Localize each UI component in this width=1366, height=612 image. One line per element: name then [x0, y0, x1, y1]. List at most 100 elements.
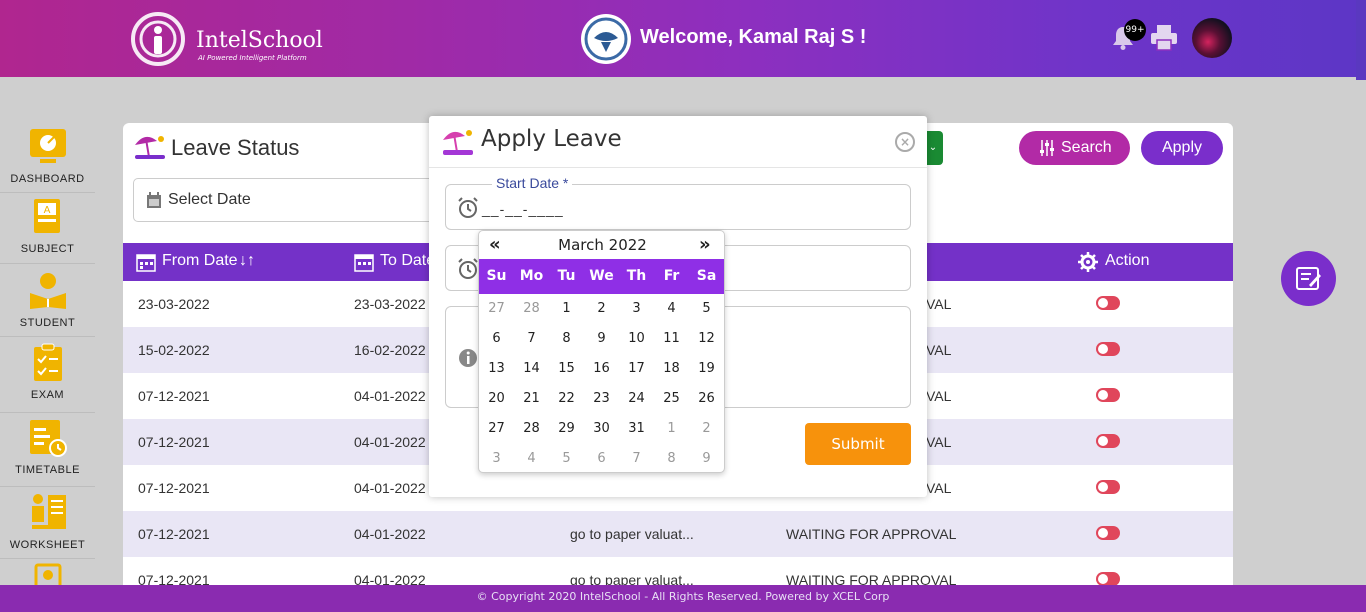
- calendar-day[interactable]: 26: [689, 384, 724, 414]
- calendar-day[interactable]: 20: [479, 384, 514, 414]
- calendar-day[interactable]: 2: [584, 294, 619, 324]
- calendar-day[interactable]: 23: [584, 384, 619, 414]
- select-date-field[interactable]: Select Date: [133, 178, 443, 222]
- copyright-text: © Copyright 2020 IntelSchool - All Right…: [476, 590, 890, 603]
- calendar-day[interactable]: 9: [689, 444, 724, 472]
- calendar-day[interactable]: 5: [549, 444, 584, 472]
- alarm-clock-icon: [458, 258, 478, 279]
- calendar-day[interactable]: 6: [584, 444, 619, 472]
- calendar-day[interactable]: 14: [514, 354, 549, 384]
- calendar-day[interactable]: 8: [654, 444, 689, 472]
- datepicker-month[interactable]: March 2022: [479, 236, 724, 254]
- close-icon[interactable]: ×: [895, 132, 915, 152]
- calendar-day[interactable]: 21: [514, 384, 549, 414]
- toggle-switch[interactable]: [1096, 388, 1120, 402]
- logo-icon: [131, 12, 185, 66]
- calendar-day[interactable]: 12: [689, 324, 724, 354]
- weekday-label: Th: [626, 268, 647, 284]
- calendar-day[interactable]: 17: [619, 354, 654, 384]
- calendar-day[interactable]: 3: [619, 294, 654, 324]
- calendar-day[interactable]: 6: [479, 324, 514, 354]
- calendar-day[interactable]: 2: [689, 414, 724, 444]
- sort-icon[interactable]: ↓↑: [239, 252, 255, 270]
- weekday-label: Tu: [557, 268, 576, 284]
- calendar-day[interactable]: 10: [619, 324, 654, 354]
- to-date-cell: 16-02-2022: [354, 342, 426, 358]
- calendar-day[interactable]: 29: [549, 414, 584, 444]
- logo-title: IntelSchool: [196, 28, 323, 53]
- divider: [0, 192, 95, 193]
- start-date-label: Start Date *: [492, 175, 573, 191]
- sidebar-item-timetable[interactable]: TIMETABLE: [0, 418, 95, 476]
- calendar-icon: [354, 254, 374, 272]
- column-from-date[interactable]: From Date: [162, 252, 238, 270]
- toggle-switch[interactable]: [1096, 434, 1120, 448]
- toggle-switch[interactable]: [1096, 342, 1120, 356]
- toggle-switch[interactable]: [1096, 526, 1120, 540]
- calendar-day[interactable]: 30: [584, 414, 619, 444]
- sidebar-item-exam[interactable]: EXAM: [0, 343, 95, 401]
- calendar-day[interactable]: 18: [654, 354, 689, 384]
- calendar-day[interactable]: 5: [689, 294, 724, 324]
- calendar-day[interactable]: 15: [549, 354, 584, 384]
- sidebar-item-label: STUDENT: [19, 317, 76, 329]
- submit-button[interactable]: Submit: [805, 423, 911, 465]
- calendar-day[interactable]: 9: [584, 324, 619, 354]
- user-avatar[interactable]: [1192, 18, 1232, 58]
- calendar-day[interactable]: 31: [619, 414, 654, 444]
- calendar-day[interactable]: 8: [549, 324, 584, 354]
- start-date-field[interactable]: Start Date * __-__-____: [445, 175, 911, 230]
- datepicker: « March 2022 » Su Mo Tu We Th Fr Sa 27 28 1 2 3 4 5 6…: [478, 230, 725, 473]
- sidebar-item-dashboard[interactable]: DASHBOARD: [0, 127, 95, 185]
- weekday-header: Su Mo Tu We Th Fr Sa: [479, 259, 724, 294]
- calendar-day[interactable]: 7: [619, 444, 654, 472]
- calendar-day[interactable]: 28: [514, 414, 549, 444]
- school-emblem: [581, 14, 631, 64]
- worksheet-icon: [28, 493, 68, 533]
- apply-button-label: Apply: [1161, 139, 1203, 156]
- to-date-cell: 04-01-2022: [354, 434, 426, 450]
- app-logo[interactable]: IntelSchool AI Powered Intelligent Platf…: [128, 12, 323, 66]
- next-month-button[interactable]: »: [699, 234, 711, 255]
- calendar-day[interactable]: 25: [654, 384, 689, 414]
- sliders-icon: [1040, 140, 1054, 156]
- floating-edit-button[interactable]: [1281, 251, 1336, 306]
- toggle-switch[interactable]: [1096, 572, 1120, 586]
- from-date-cell: 07-12-2021: [138, 480, 210, 496]
- column-to-date[interactable]: To Date: [380, 252, 435, 270]
- calendar-day[interactable]: 13: [479, 354, 514, 384]
- calendar-day[interactable]: 28: [514, 294, 549, 324]
- scrollbar[interactable]: [1356, 0, 1366, 80]
- calendar-day[interactable]: 16: [584, 354, 619, 384]
- apply-button[interactable]: Apply: [1141, 131, 1223, 165]
- calendar-day[interactable]: 4: [654, 294, 689, 324]
- printer-icon[interactable]: [1149, 24, 1179, 52]
- calendar-day[interactable]: 11: [654, 324, 689, 354]
- calendar-day[interactable]: 7: [514, 324, 549, 354]
- calendar-day[interactable]: 1: [549, 294, 584, 324]
- calendar-day[interactable]: 4: [514, 444, 549, 472]
- calendar-icon: [136, 254, 156, 272]
- start-date-input[interactable]: __-__-____: [482, 201, 564, 217]
- toggle-switch[interactable]: [1096, 480, 1120, 494]
- search-button[interactable]: Search: [1019, 131, 1130, 165]
- calendar-day[interactable]: 3: [479, 444, 514, 472]
- divider: [0, 336, 95, 337]
- calendar-day[interactable]: 22: [549, 384, 584, 414]
- table-row[interactable]: 07-12-2021 04-01-2022 go to paper valuat…: [123, 511, 1233, 557]
- calendar-day[interactable]: 24: [619, 384, 654, 414]
- sidebar-item-worksheet[interactable]: WORKSHEET: [0, 493, 95, 551]
- calendar-day[interactable]: 27: [479, 294, 514, 324]
- divider: [429, 167, 927, 168]
- sidebar-item-subject[interactable]: A SUBJECT: [0, 197, 95, 255]
- to-date-cell: 23-03-2022: [354, 296, 426, 312]
- weekday-label: Su: [486, 268, 507, 284]
- toggle-switch[interactable]: [1096, 296, 1120, 310]
- logo-subtitle: AI Powered Intelligent Platform: [198, 54, 307, 62]
- sidebar-item-student[interactable]: STUDENT: [0, 271, 95, 329]
- gear-icon: [1078, 252, 1098, 272]
- calendar-day[interactable]: 27: [479, 414, 514, 444]
- weekday-label: Fr: [663, 268, 680, 284]
- calendar-day[interactable]: 19: [689, 354, 724, 384]
- calendar-day[interactable]: 1: [654, 414, 689, 444]
